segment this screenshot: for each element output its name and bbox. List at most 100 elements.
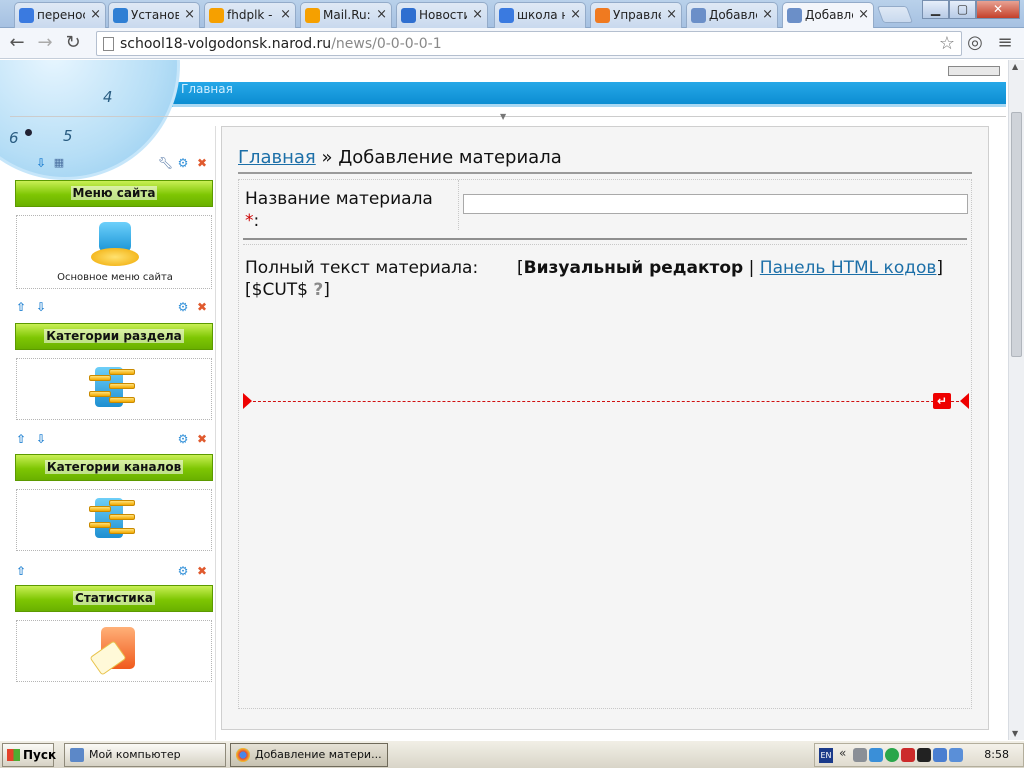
gear-icon[interactable]: ⚙ [176, 156, 190, 170]
delete-icon[interactable]: ✖ [195, 156, 209, 170]
material-title-label-text: Название материала [245, 189, 433, 209]
move-down-icon[interactable]: ⇩ [34, 156, 48, 170]
scroll-up-icon[interactable]: ▲ [1012, 62, 1018, 71]
tab-7[interactable]: Управле × [590, 2, 682, 28]
material-title-input[interactable] [463, 194, 968, 214]
categories-icon[interactable] [89, 365, 139, 411]
language-indicator[interactable]: EN [819, 748, 833, 763]
scroll-down-icon[interactable]: ▼ [1012, 729, 1018, 738]
tray-clock[interactable]: 8:58 [984, 748, 1009, 761]
page-scrollbar[interactable]: ▲ ▼ [1008, 60, 1024, 740]
field-divider [458, 180, 459, 230]
page-break-left-marker-icon [243, 393, 252, 409]
move-down-icon[interactable]: ⇩ [34, 300, 48, 314]
tray-black-icon[interactable] [917, 748, 931, 762]
bookmark-star-icon[interactable]: ☆ [939, 33, 955, 54]
extension-icon[interactable]: ◎ [964, 32, 986, 54]
tray-volume-icon[interactable] [949, 748, 963, 762]
close-window-button[interactable]: ✕ [976, 0, 1020, 19]
page-break-line [243, 401, 969, 402]
option-separator: | [743, 258, 760, 278]
tab-2[interactable]: Установ × [108, 2, 200, 28]
breadcrumb-home-link[interactable]: Главная [238, 147, 316, 168]
window-controls: ▁ ▢ ✕ [922, 0, 1020, 19]
taskbar-item-my-computer[interactable]: Мой компьютер [64, 743, 226, 767]
bracket-close: ] [936, 258, 944, 278]
resize-handle-icon[interactable] [948, 66, 1000, 76]
reload-icon[interactable]: ↻ [62, 32, 84, 54]
tray-network-icon[interactable] [869, 748, 883, 762]
back-arrow-icon[interactable]: ← [6, 32, 28, 54]
label-colon: : [253, 211, 260, 231]
forward-arrow-icon[interactable]: → [34, 32, 56, 54]
tab-strip: перенос × Установ × fhdplk - × Mail.Ru: × Новос… [0, 0, 1024, 29]
tab-close-icon[interactable]: × [90, 3, 101, 27]
move-up-icon[interactable]: ⇧ [14, 432, 28, 446]
move-down-icon[interactable]: ⇩ [34, 432, 48, 446]
delete-icon[interactable]: ✖ [195, 564, 209, 578]
start-label: Пуск [23, 748, 57, 762]
move-up-icon[interactable]: ⇧ [14, 564, 28, 578]
menu-wrench-icon[interactable]: ≡ [994, 32, 1016, 54]
cut-tag: [$CUT$ ?] [245, 280, 330, 300]
collapse-arrow-icon[interactable]: ▼ [500, 112, 506, 121]
tab-6[interactable]: школа н × [494, 2, 586, 28]
mail-ru-icon [209, 8, 224, 23]
gear-icon[interactable]: ⚙ [176, 564, 190, 578]
wrench-icon[interactable]: 🔧︎ [158, 156, 173, 170]
site-nav-home[interactable]: Главная [181, 82, 233, 96]
tab-3[interactable]: fhdplk - × [204, 2, 296, 28]
statistics-icon[interactable] [89, 627, 139, 677]
tray-acrobat-icon[interactable] [901, 748, 915, 762]
tab-9[interactable]: Добавле × [782, 2, 874, 29]
url-text[interactable]: school18-volgodonsk.narod.ru/news/0-0-0-… [120, 36, 442, 52]
tray-expand-icon[interactable]: « [839, 746, 846, 760]
tab-8[interactable]: Добавле × [686, 2, 778, 28]
tab-close-icon[interactable]: × [280, 3, 291, 27]
tray-app-icon[interactable] [853, 748, 867, 762]
page-title: Добавление материала [338, 147, 562, 168]
block-tools: ⇧ ⚙ ✖ [8, 564, 216, 582]
grid-icon[interactable]: ▦ [52, 156, 66, 170]
visual-editor-option[interactable]: Визуальный редактор [524, 258, 744, 278]
new-tab-button[interactable] [876, 6, 914, 23]
page-break-enter-icon[interactable]: ↵ [933, 393, 951, 409]
editor-mode-switch: [Визуальный редактор | Панель HTML кодов… [517, 258, 943, 278]
scroll-thumb[interactable] [1011, 112, 1022, 357]
tab-close-icon[interactable]: × [376, 3, 387, 27]
delete-icon[interactable]: ✖ [195, 300, 209, 314]
tab-5[interactable]: Новости × [396, 2, 488, 28]
sidebar: ⇩ ▦ 🔧︎ ⚙ ✖ Меню сайта Основное меню сайт… [8, 126, 216, 740]
taskbar-item-chrome[interactable]: Добавление матери... [230, 743, 388, 767]
tab-close-icon[interactable]: × [858, 3, 869, 27]
address-bar[interactable]: school18-volgodonsk.narod.ru/news/0-0-0-… [96, 31, 962, 56]
tab-close-icon[interactable]: × [472, 3, 483, 27]
channels-icon[interactable] [89, 496, 139, 542]
page-viewport: Главная 4 6 5 ▼ ⇩ ▦ 🔧︎ ⚙ ✖ Меню сайта Ос… [0, 60, 1008, 740]
cut-help-icon[interactable]: ? [313, 280, 323, 300]
tab-close-icon[interactable]: × [666, 3, 677, 27]
tab-4[interactable]: Mail.Ru: × [300, 2, 392, 28]
material-title-label: Название материала *: [245, 188, 433, 232]
breadcrumb: Главная » Добавление материала [238, 147, 562, 168]
html-panel-link[interactable]: Панель HTML кодов [760, 258, 937, 278]
start-button[interactable]: Пуск [2, 743, 57, 767]
gear-icon[interactable]: ⚙ [176, 300, 190, 314]
computer-icon [70, 748, 84, 762]
tab-close-icon[interactable]: × [762, 3, 773, 27]
chrome-icon [236, 748, 250, 762]
tab-close-icon[interactable]: × [570, 3, 581, 27]
block-caption[interactable]: Основное меню сайта [17, 272, 213, 283]
maximize-button[interactable]: ▢ [949, 0, 976, 19]
tray-display-icon[interactable] [933, 748, 947, 762]
move-up-icon[interactable]: ⇧ [14, 300, 28, 314]
menu-bell-icon[interactable] [91, 222, 139, 268]
tab-1[interactable]: перенос × [14, 2, 106, 28]
block-title-text: Категории каналов [44, 460, 184, 474]
tray-green-icon[interactable] [885, 748, 899, 762]
tab-close-icon[interactable]: × [184, 3, 195, 27]
gear-icon[interactable]: ⚙ [176, 432, 190, 446]
delete-icon[interactable]: ✖ [195, 432, 209, 446]
minimize-button[interactable]: ▁ [922, 0, 949, 19]
title-divider [238, 172, 972, 174]
